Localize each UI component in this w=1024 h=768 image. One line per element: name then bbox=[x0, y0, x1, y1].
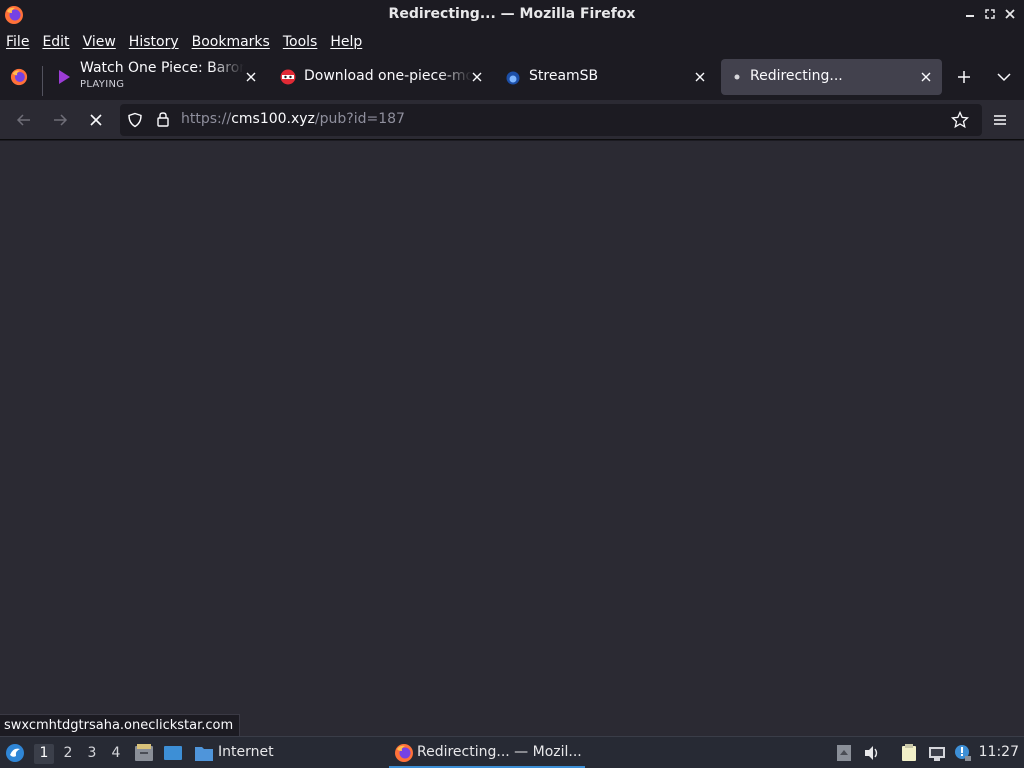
menu-bar: File Edit View History Bookmarks Tools H… bbox=[0, 29, 1024, 54]
new-tab-button[interactable] bbox=[955, 68, 973, 86]
menu-file[interactable]: File bbox=[6, 34, 29, 50]
arrow-right-icon bbox=[54, 114, 68, 126]
minimize-icon bbox=[966, 15, 974, 17]
tab-strip: Watch One Piece: Baron O PLAYING Downloa… bbox=[0, 54, 1024, 100]
taskbar-window-label: Redirecting... — Mozil... bbox=[417, 744, 582, 760]
loading-dot-icon bbox=[734, 74, 740, 80]
stop-button[interactable] bbox=[86, 110, 106, 130]
volume-icon[interactable] bbox=[863, 744, 881, 762]
workspace-3[interactable]: 3 bbox=[82, 744, 102, 764]
window-title: Redirecting... — Mozilla Firefox bbox=[388, 6, 636, 22]
play-icon bbox=[59, 70, 70, 84]
start-menu-icon[interactable] bbox=[5, 743, 25, 763]
chevron-down-icon bbox=[997, 73, 1011, 82]
tab-label: StreamSB bbox=[529, 68, 599, 84]
clock: 11:27 bbox=[978, 744, 1019, 760]
workspace-4[interactable]: 4 bbox=[106, 744, 126, 764]
list-all-tabs-button[interactable] bbox=[995, 68, 1013, 86]
firefox-icon bbox=[10, 68, 28, 86]
firefox-view-button[interactable] bbox=[10, 68, 30, 88]
menu-help[interactable]: Help bbox=[330, 34, 362, 50]
workspace-2[interactable]: 2 bbox=[58, 744, 78, 764]
menu-tools[interactable]: Tools bbox=[283, 34, 318, 50]
url-path: /pub?id=187 bbox=[314, 111, 405, 127]
minimize-button[interactable] bbox=[962, 6, 978, 22]
tab-label: Redirecting... bbox=[750, 68, 843, 84]
update-notification-icon[interactable] bbox=[954, 744, 972, 762]
hamburger-menu-icon bbox=[994, 115, 1006, 125]
maximize-icon bbox=[985, 9, 995, 19]
tracking-shield-icon[interactable] bbox=[127, 112, 143, 128]
status-link-preview: swxcmhtdgtrsaha.oneclickstar.com bbox=[0, 714, 241, 736]
tab-separator bbox=[42, 66, 43, 96]
url-scheme: https:// bbox=[181, 111, 232, 127]
app-menu-button[interactable] bbox=[990, 110, 1010, 130]
tab-playing-label: PLAYING bbox=[80, 79, 125, 90]
url-bar[interactable]: https://cms100.xyz/pub?id=187 bbox=[120, 104, 982, 136]
bookmark-star-icon[interactable] bbox=[951, 111, 969, 129]
url-text: https://cms100.xyz/pub?id=187 bbox=[181, 111, 405, 127]
ninja-mask-icon bbox=[280, 69, 296, 85]
forward-button[interactable] bbox=[50, 110, 70, 130]
internet-label: Internet bbox=[218, 744, 274, 760]
maximize-button[interactable] bbox=[982, 6, 998, 22]
menu-view[interactable]: View bbox=[83, 34, 116, 50]
close-tab-icon[interactable] bbox=[919, 70, 933, 84]
taskbar: 1 2 3 4 Internet Redirecting... — Mozil.… bbox=[0, 736, 1024, 768]
clipboard-icon[interactable] bbox=[900, 744, 918, 762]
url-host: cms100.xyz bbox=[231, 111, 315, 127]
menu-edit[interactable]: Edit bbox=[42, 34, 69, 50]
tab-label: Download one-piece-movie bbox=[304, 68, 472, 84]
folder-icon bbox=[195, 747, 213, 761]
tray-collapse-icon[interactable] bbox=[835, 744, 853, 762]
menu-bookmarks[interactable]: Bookmarks bbox=[192, 34, 270, 50]
window-titlebar: Redirecting... — Mozilla Firefox bbox=[0, 0, 1024, 29]
internet-launcher[interactable]: Internet bbox=[194, 744, 274, 764]
close-icon bbox=[1005, 9, 1015, 19]
tab-streamsb[interactable]: StreamSB bbox=[497, 59, 717, 95]
close-tab-icon[interactable] bbox=[693, 70, 707, 84]
navigation-toolbar: https://cms100.xyz/pub?id=187 bbox=[0, 100, 1024, 140]
tab-download-one-piece[interactable]: Download one-piece-movie bbox=[272, 59, 492, 95]
plus-icon bbox=[958, 71, 970, 83]
close-window-button[interactable] bbox=[1002, 6, 1018, 22]
streamsb-icon bbox=[506, 71, 520, 85]
tab-one-piece-watch[interactable]: Watch One Piece: Baron O PLAYING bbox=[48, 59, 268, 95]
desktop-icon[interactable] bbox=[163, 744, 183, 762]
back-button[interactable] bbox=[14, 110, 34, 130]
close-tab-icon[interactable] bbox=[470, 70, 484, 84]
firefox-icon bbox=[395, 744, 413, 762]
file-manager-icon[interactable] bbox=[134, 744, 154, 762]
arrow-left-icon bbox=[16, 114, 30, 126]
close-tab-icon[interactable] bbox=[244, 70, 258, 84]
network-icon[interactable] bbox=[928, 744, 946, 762]
workspace-1[interactable]: 1 bbox=[34, 744, 54, 764]
menu-history[interactable]: History bbox=[129, 34, 179, 50]
tab-label: Watch One Piece: Baron O bbox=[80, 60, 244, 76]
page-content: swxcmhtdgtrsaha.oneclickstar.com bbox=[0, 141, 1024, 736]
tab-redirecting[interactable]: Redirecting... bbox=[721, 59, 942, 95]
lock-icon[interactable] bbox=[155, 111, 171, 128]
stop-x-icon bbox=[90, 114, 102, 126]
taskbar-firefox-window[interactable]: Redirecting... — Mozil... bbox=[389, 737, 585, 768]
